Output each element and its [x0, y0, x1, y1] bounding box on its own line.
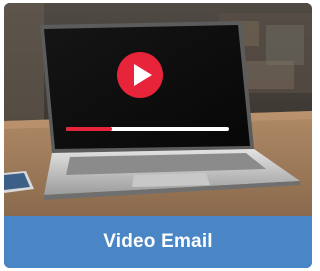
video-email-tile[interactable]: Video Email	[4, 3, 312, 268]
video-progress-bar[interactable]	[66, 127, 229, 131]
play-icon[interactable]	[116, 51, 164, 99]
laptop-video-thumbnail	[4, 3, 312, 216]
video-progress-fill	[66, 127, 112, 131]
label-bar: Video Email	[4, 216, 312, 268]
tile-label: Video Email	[103, 231, 213, 252]
